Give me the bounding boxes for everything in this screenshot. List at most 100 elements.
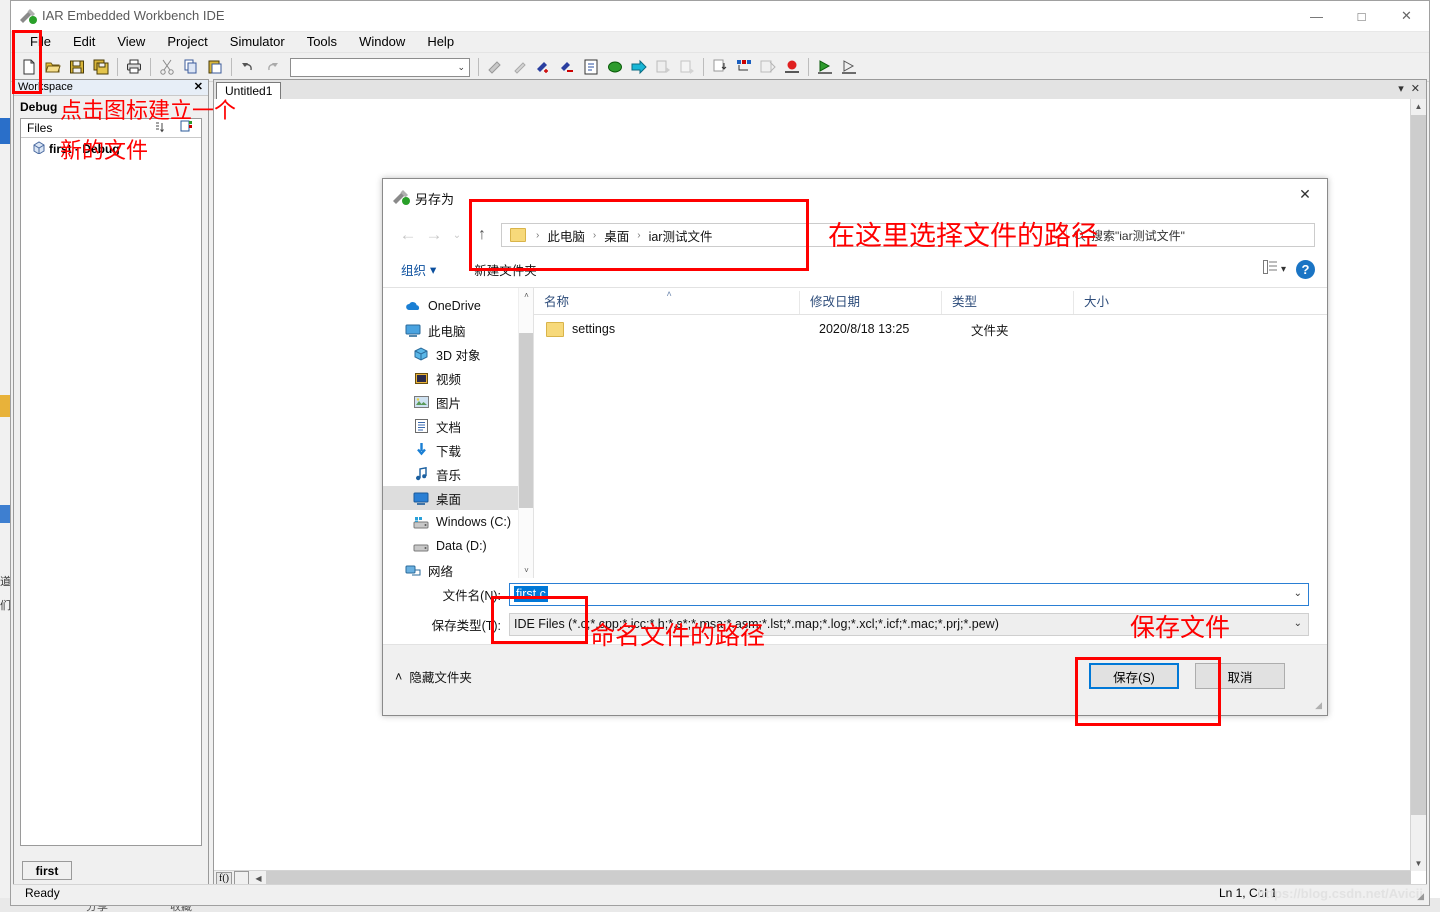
nav-item-windows-c[interactable]: Windows (C:): [383, 510, 533, 534]
hide-folders-button[interactable]: ˄ 隐藏文件夹: [395, 667, 472, 686]
close-icon[interactable]: ✕: [194, 80, 203, 95]
undo-icon[interactable]: [236, 55, 260, 79]
up-one-level-icon[interactable]: ↑: [469, 222, 495, 248]
menu-item-help[interactable]: Help: [416, 32, 465, 52]
open-folder-icon[interactable]: [41, 55, 65, 79]
menu-item-tools[interactable]: Tools: [296, 32, 348, 52]
bookmark-toggle-icon[interactable]: [483, 55, 507, 79]
menu-item-file[interactable]: File: [19, 32, 62, 52]
change-view-button[interactable]: ▾: [1262, 259, 1286, 279]
new-document-icon[interactable]: [17, 55, 41, 79]
nav-item-label: 音乐: [436, 468, 462, 483]
scroll-down-icon[interactable]: ▼: [1411, 856, 1426, 871]
nav-item-music[interactable]: 音乐: [383, 462, 533, 486]
clear-bookmarks-icon[interactable]: [555, 55, 579, 79]
nav-item-3d-objects[interactable]: 3D 对象: [383, 342, 533, 366]
print-icon[interactable]: [122, 55, 146, 79]
back-icon[interactable]: ←: [395, 222, 421, 248]
file-list-row[interactable]: settings 2020/8/18 13:25 文件夹: [534, 315, 1327, 343]
menu-item-window[interactable]: Window: [348, 32, 416, 52]
nav-item-onedrive[interactable]: OneDrive: [383, 294, 533, 318]
cut-icon[interactable]: [155, 55, 179, 79]
sort-icon[interactable]: [154, 121, 167, 141]
goto-bookmark-icon[interactable]: [531, 55, 555, 79]
copy-icon[interactable]: [179, 55, 203, 79]
chevron-down-icon[interactable]: ⌄: [1294, 618, 1302, 629]
run-icon[interactable]: [813, 55, 837, 79]
workspace-tab-first[interactable]: first: [22, 861, 72, 880]
workspace-tree-header: Files: [21, 119, 201, 138]
dialog-close-button[interactable]: ✕: [1283, 179, 1327, 209]
filetype-select[interactable]: IDE Files (*.c;*.cpp;*.icc;*.h;*.s*;*.ms…: [509, 612, 1309, 636]
resize-grip-icon[interactable]: ◢: [1315, 700, 1322, 711]
menu-item-project[interactable]: Project: [156, 32, 218, 52]
editor-vscroll-thumb[interactable]: [1411, 115, 1426, 815]
dialog-footer: ˄ 隐藏文件夹 保存(S) 取消 ◢: [383, 644, 1327, 715]
column-header-type[interactable]: 类型: [941, 291, 1073, 314]
nav-item-label: 网络: [428, 564, 454, 579]
filename-input[interactable]: first.c ⌄: [509, 582, 1309, 606]
nav-scroll-thumb[interactable]: [519, 333, 533, 508]
menu-item-view[interactable]: View: [106, 32, 156, 52]
column-header-modified[interactable]: 修改日期: [799, 291, 941, 314]
make-icon[interactable]: [603, 55, 627, 79]
menu-item-simulator[interactable]: Simulator: [219, 32, 296, 52]
column-header-name[interactable]: 名称 ˄: [534, 289, 799, 314]
minimize-button[interactable]: —: [1294, 1, 1339, 31]
breadcrumb-dropdown-icon[interactable]: ⌄: [1044, 223, 1066, 247]
project-tree-node[interactable]: first - Debug: [21, 138, 201, 157]
step-out-icon[interactable]: [732, 55, 756, 79]
nav-item-desktop[interactable]: 桌面: [383, 486, 533, 510]
breadcrumb[interactable]: › 此电脑 › 桌面 › iar测试文件 ⌄: [501, 223, 1067, 247]
recent-locations-icon[interactable]: ⌄: [447, 222, 467, 248]
paste-icon[interactable]: [203, 55, 227, 79]
menu-item-edit[interactable]: Edit: [62, 32, 106, 52]
nav-item-network[interactable]: 网络: [383, 558, 533, 578]
debug-go-icon[interactable]: [627, 55, 651, 79]
stop-build-icon[interactable]: [651, 55, 675, 79]
scroll-down-icon[interactable]: ˅: [519, 563, 533, 578]
breadcrumb-item-iar-folder[interactable]: iar测试文件: [647, 226, 715, 245]
save-button[interactable]: 保存(S): [1089, 663, 1179, 689]
run-to-cursor-icon[interactable]: [837, 55, 861, 79]
save-all-icon[interactable]: [89, 55, 113, 79]
nav-item-this-pc[interactable]: 此电脑: [383, 318, 533, 342]
help-icon[interactable]: ?: [1296, 259, 1315, 279]
build-config-combo[interactable]: ⌄: [290, 57, 470, 77]
nav-item-videos[interactable]: 视频: [383, 366, 533, 390]
scroll-up-icon[interactable]: ▲: [1411, 99, 1426, 114]
cancel-button[interactable]: 取消: [1195, 663, 1285, 689]
nav-item-downloads[interactable]: 下载: [383, 438, 533, 462]
close-button[interactable]: ✕: [1384, 1, 1429, 31]
save-icon[interactable]: [65, 55, 89, 79]
breakpoint-icon[interactable]: [780, 55, 804, 79]
status-ready-text: Ready: [25, 886, 60, 900]
nav-item-pictures[interactable]: 图片: [383, 390, 533, 414]
chevron-down-icon[interactable]: ⌄: [1294, 588, 1302, 599]
editor-tab-controls[interactable]: ▾ ✕: [1398, 82, 1422, 95]
editor-vertical-scrollbar[interactable]: ▲ ▼: [1410, 99, 1426, 871]
search-input[interactable]: 搜索"iar测试文件": [1091, 227, 1185, 244]
build-configuration-dropdown[interactable]: Debug: [18, 99, 204, 116]
organize-button[interactable]: 组织 ▾: [393, 260, 436, 279]
nav-pane-scrollbar[interactable]: ˄ ˅: [518, 288, 533, 578]
breadcrumb-item-this-pc[interactable]: 此电脑: [545, 226, 587, 245]
breadcrumb-item-desktop[interactable]: 桌面: [602, 226, 631, 245]
step-into-icon[interactable]: [708, 55, 732, 79]
forward-icon[interactable]: →: [421, 222, 447, 248]
maximize-button[interactable]: □: [1339, 1, 1384, 31]
search-box[interactable]: 搜索"iar测试文件": [1067, 223, 1315, 247]
step-over-icon[interactable]: [675, 55, 699, 79]
nav-item-data-d[interactable]: Data (D:): [383, 534, 533, 558]
options-icon[interactable]: [180, 120, 193, 139]
breakpoint-set-icon[interactable]: [756, 55, 780, 79]
redo-icon[interactable]: [260, 55, 284, 79]
bookmark-next-icon[interactable]: [507, 55, 531, 79]
editor-tab-untitled1[interactable]: Untitled1: [216, 82, 282, 99]
resize-grip-icon[interactable]: ◢: [1417, 891, 1424, 902]
new-folder-button[interactable]: 新建文件夹: [474, 260, 537, 279]
nav-item-documents[interactable]: 文档: [383, 414, 533, 438]
scroll-up-icon[interactable]: ˄: [519, 288, 533, 303]
compile-icon[interactable]: [579, 55, 603, 79]
column-header-size[interactable]: 大小: [1073, 291, 1173, 314]
